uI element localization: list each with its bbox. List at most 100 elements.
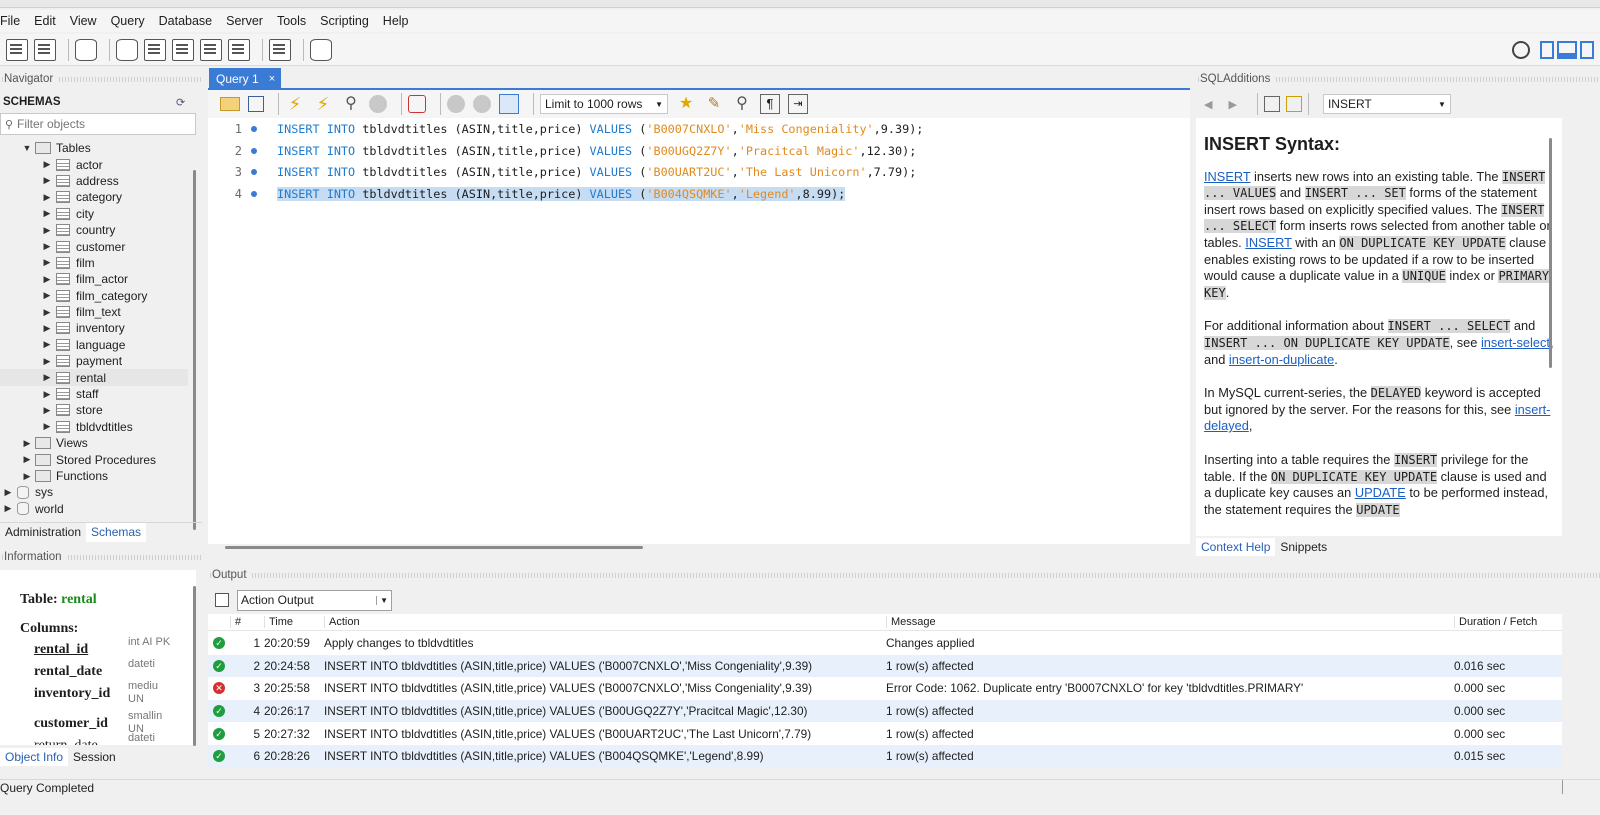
menu-server[interactable]: Server	[219, 14, 270, 28]
inspect-object-icon[interactable]	[75, 38, 97, 61]
tree-item-address[interactable]: ▶ address	[0, 173, 188, 189]
output-row[interactable]: ✕ 3 20:25:58 INSERT INTO tbldvdtitles (ASIN…	[208, 677, 1562, 700]
toggle-auto-help-icon[interactable]	[1263, 96, 1280, 112]
editor-line[interactable]: 3 INSERT INTO tbldvdtitles (ASIN,title,pr…	[208, 161, 917, 183]
tab-query-1[interactable]: Query 1 ×	[209, 68, 282, 89]
tree-item-actor[interactable]: ▶ actor	[0, 156, 188, 172]
create-procedure-icon[interactable]	[200, 38, 222, 61]
expand-arrow-icon[interactable]: ▶	[41, 257, 53, 268]
tree-item-rental[interactable]: ▶ rental	[0, 369, 188, 386]
search-table-data-icon[interactable]	[269, 38, 291, 61]
expand-arrow-icon[interactable]: ▶	[41, 175, 53, 186]
expand-arrow-icon[interactable]: ▶	[41, 372, 53, 383]
collapse-arrow-icon[interactable]: ▼	[21, 143, 33, 153]
tree-item-city[interactable]: ▶ city	[0, 206, 188, 222]
invisible-chars-icon[interactable]: ¶	[760, 94, 780, 114]
status-panel-icon[interactable]	[1562, 780, 1588, 794]
create-function-icon[interactable]	[228, 38, 250, 61]
expand-arrow-icon[interactable]: ▶	[41, 159, 53, 170]
output-row[interactable]: ✓ 6 20:28:26 INSERT INTO tbldvdtitles (ASIN…	[208, 745, 1562, 768]
tree-item-inventory[interactable]: ▶ inventory	[0, 320, 188, 336]
tree-item-payment[interactable]: ▶ payment	[0, 353, 188, 369]
execute-icon[interactable]: ⚡	[285, 94, 305, 114]
expand-arrow-icon[interactable]: ▶	[41, 389, 53, 400]
find-icon[interactable]: ⚲	[732, 94, 752, 114]
new-sql-tab-icon[interactable]	[6, 38, 28, 61]
menu-query[interactable]: Query	[104, 14, 152, 28]
expand-arrow-icon[interactable]: ▶	[21, 438, 33, 449]
explain-icon[interactable]: ⚲	[341, 94, 361, 114]
tab-snippets[interactable]: Snippets	[1275, 538, 1332, 556]
expand-arrow-icon[interactable]: ▶	[21, 471, 33, 482]
tab-context-help[interactable]: Context Help	[1196, 538, 1276, 556]
help-topic-select[interactable]: INSERT ▼	[1322, 94, 1451, 114]
information-scrollbar[interactable]	[193, 586, 196, 746]
autocommit-icon[interactable]	[499, 94, 519, 114]
expand-arrow-icon[interactable]: ▶	[41, 192, 53, 203]
expand-arrow-icon[interactable]: ▶	[41, 241, 53, 252]
create-table-icon[interactable]	[144, 38, 166, 61]
expand-arrow-icon[interactable]: ▶	[41, 405, 53, 416]
tab-administration[interactable]: Administration	[0, 523, 86, 542]
link-update[interactable]: UPDATE	[1355, 485, 1406, 500]
tree-item-film-actor[interactable]: ▶ film_actor	[0, 271, 188, 287]
manual-help-icon[interactable]	[1285, 96, 1302, 112]
expand-arrow-icon[interactable]: ▶	[41, 290, 53, 301]
expand-arrow-icon[interactable]: ▶	[41, 356, 53, 367]
tree-item-film-category[interactable]: ▶ film_category	[0, 288, 188, 304]
expand-arrow-icon[interactable]: ▶	[2, 487, 14, 498]
tree-item-film-text[interactable]: ▶ film_text	[0, 304, 188, 320]
toggle-sidebar-icon[interactable]	[1540, 40, 1554, 59]
help-scrollbar[interactable]	[1549, 138, 1552, 368]
execute-current-statement-icon[interactable]: ⚡	[313, 94, 333, 114]
forward-icon[interactable]: ▶	[1228, 98, 1236, 111]
column-header-message[interactable]: Message	[886, 616, 1454, 628]
open-file-icon[interactable]	[220, 97, 240, 111]
link-insert-delayed[interactable]: insert-delayed	[1204, 402, 1550, 434]
tree-item-country[interactable]: ▶ country	[0, 222, 188, 238]
menu-scripting[interactable]: Scripting	[313, 14, 376, 28]
create-schema-icon[interactable]	[116, 38, 138, 61]
tree-item-functions[interactable]: ▶ Functions	[0, 468, 188, 484]
reconnect-icon[interactable]	[310, 38, 332, 61]
tree-item-film[interactable]: ▶ film	[0, 255, 188, 271]
limit-rows-select[interactable]: Limit to 1000 rows ▼	[540, 94, 668, 114]
beautify-icon[interactable]: ✎	[704, 94, 724, 114]
refresh-schemas-icon[interactable]: ⟳	[176, 96, 185, 109]
tree-item-staff[interactable]: ▶ staff	[0, 386, 188, 402]
column-header-action[interactable]: Action	[324, 616, 886, 628]
editor-line[interactable]: 2 INSERT INTO tbldvdtitles (ASIN,title,pr…	[208, 140, 917, 162]
close-icon[interactable]: ×	[269, 73, 275, 85]
menu-edit[interactable]: Edit	[27, 14, 63, 28]
tab-schemas[interactable]: Schemas	[86, 523, 147, 542]
output-type-select[interactable]: Action Output ▼	[237, 589, 392, 611]
tree-item-language[interactable]: ▶ language	[0, 337, 188, 353]
toggle-output-icon[interactable]	[1557, 40, 1577, 59]
expand-arrow-icon[interactable]: ▶	[41, 225, 53, 236]
tree-item-tbldvdtitles[interactable]: ▶ tbldvdtitles	[0, 419, 188, 435]
toggle-secondary-sidebar-icon[interactable]	[1580, 40, 1594, 59]
expand-arrow-icon[interactable]: ▶	[41, 323, 53, 334]
editor-horizontal-scrollbar[interactable]	[225, 546, 643, 549]
output-row[interactable]: ✓ 1 20:20:59 Apply changes to tbldvdtitles C…	[208, 632, 1562, 655]
expand-arrow-icon[interactable]: ▶	[41, 421, 53, 432]
column-header-time[interactable]: Time	[264, 616, 324, 628]
output-row[interactable]: ✓ 2 20:24:58 INSERT INTO tbldvdtitles (ASIN…	[208, 654, 1562, 678]
toggle-error-stop-icon[interactable]	[408, 95, 426, 113]
commit-icon[interactable]	[447, 95, 465, 113]
menu-file[interactable]: File	[0, 14, 27, 28]
output-row[interactable]: ✓ 4 20:26:17 INSERT INTO tbldvdtitles (ASIN…	[208, 699, 1562, 723]
tree-item-stored-procedures[interactable]: ▶ Stored Procedures	[0, 451, 188, 467]
copy-icon[interactable]	[215, 593, 229, 607]
stop-icon[interactable]	[369, 95, 387, 113]
expand-arrow-icon[interactable]: ▶	[41, 307, 53, 318]
menu-view[interactable]: View	[63, 14, 104, 28]
link-insert[interactable]: INSERT	[1204, 169, 1250, 184]
add-snippet-icon[interactable]: ★	[676, 94, 696, 114]
create-view-icon[interactable]	[172, 38, 194, 61]
navigator-scrollbar[interactable]	[193, 170, 196, 530]
expand-arrow-icon[interactable]: ▶	[41, 339, 53, 350]
link-insert-2[interactable]: INSERT	[1245, 235, 1291, 250]
save-icon[interactable]	[248, 96, 264, 112]
column-header-duration[interactable]: Duration / Fetch	[1454, 616, 1554, 628]
